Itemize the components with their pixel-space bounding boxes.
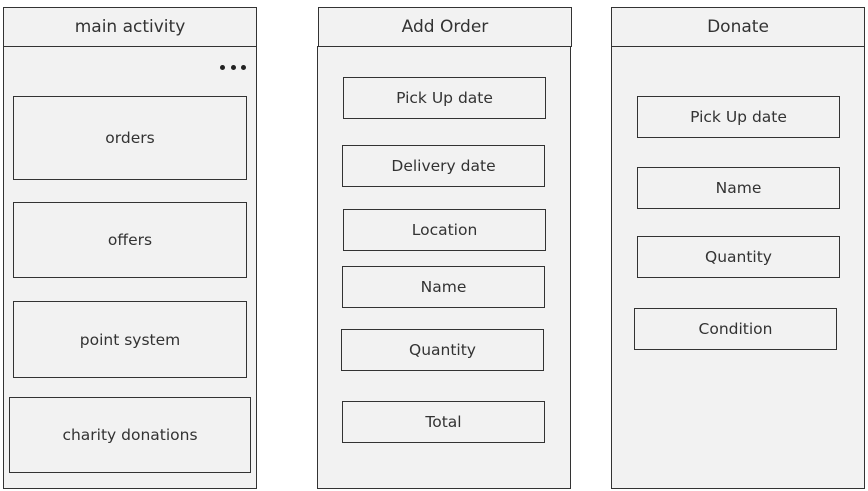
screen-add-order-header: Add Order (318, 7, 572, 47)
field-label: Pick Up date (396, 89, 493, 107)
offers-label: offers (107, 231, 153, 249)
donate-quantity-field[interactable]: Quantity (637, 236, 840, 278)
donate-condition-field[interactable]: Condition (634, 308, 837, 350)
charity-donations-button[interactable]: charity donations (9, 397, 251, 473)
location-field[interactable]: Location (343, 209, 546, 251)
quantity-field[interactable]: Quantity (341, 329, 544, 371)
pick-up-date-field[interactable]: Pick Up date (343, 77, 546, 119)
orders-button[interactable]: orders (13, 96, 247, 180)
screen-donate-header: Donate (611, 7, 865, 47)
screen-title: Add Order (401, 17, 489, 37)
screen-title: Donate (707, 17, 769, 37)
field-label: Pick Up date (690, 108, 787, 126)
charity-donations-label: charity donations (62, 426, 198, 444)
donate-name-field[interactable]: Name (637, 167, 840, 209)
more-horizontal-icon[interactable] (220, 60, 246, 74)
screen-main-activity-header: main activity (3, 7, 257, 47)
orders-label: orders (105, 129, 155, 147)
field-label: Delivery date (391, 157, 496, 175)
field-label: Quantity (409, 341, 476, 359)
field-label: Location (411, 221, 478, 239)
offers-button[interactable]: offers (13, 202, 247, 278)
field-label: Total (425, 413, 462, 431)
field-label: Quantity (705, 248, 772, 266)
field-label: Condition (698, 320, 773, 338)
screen-title: main activity (74, 17, 186, 37)
field-label: Name (420, 278, 467, 296)
total-field[interactable]: Total (342, 401, 545, 443)
point-system-label: point system (79, 330, 181, 349)
delivery-date-field[interactable]: Delivery date (342, 145, 545, 187)
field-label: Name (715, 179, 762, 197)
donate-pick-up-date-field[interactable]: Pick Up date (637, 96, 840, 138)
name-field[interactable]: Name (342, 266, 545, 308)
point-system-button[interactable]: point system (13, 301, 247, 378)
